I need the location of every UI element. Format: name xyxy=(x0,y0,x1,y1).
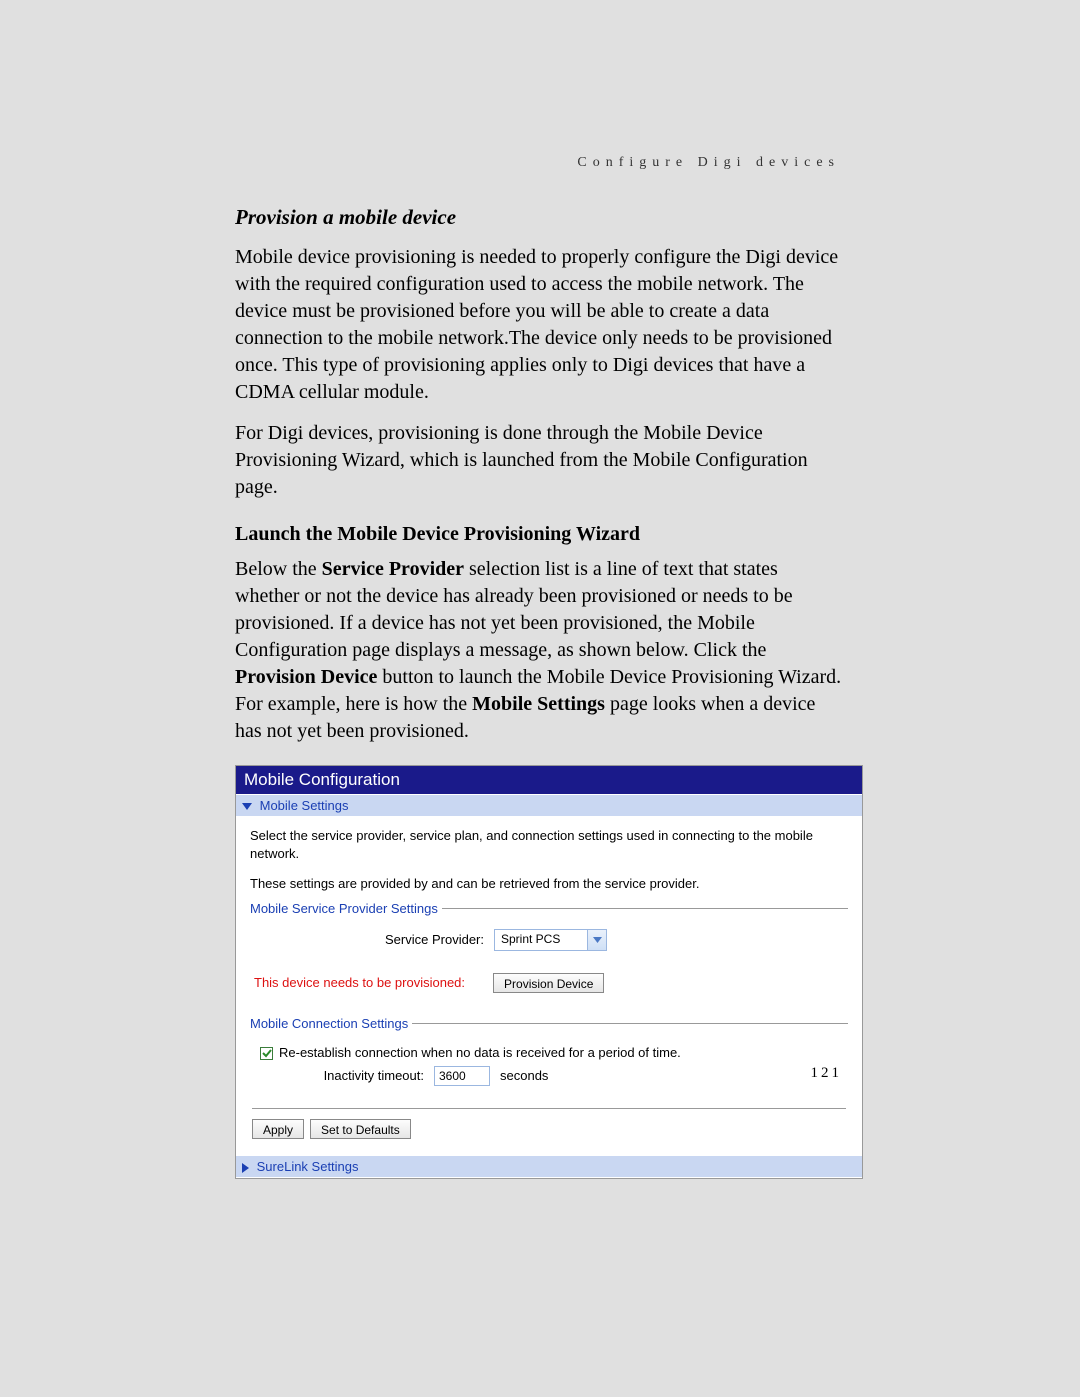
document-body: Provision a mobile device Mobile device … xyxy=(0,140,1080,1179)
apply-button[interactable]: Apply xyxy=(252,1119,304,1139)
mobile-settings-body: Select the service provider, service pla… xyxy=(236,817,862,1155)
reestablish-row: Re-establish connection when no data is … xyxy=(254,1044,844,1062)
provision-row: This device needs to be provisioned: Pro… xyxy=(254,973,844,993)
page-number: 121 xyxy=(811,1065,843,1082)
subsection-paragraph: Below the Service Provider selection lis… xyxy=(235,556,845,745)
mobile-settings-header[interactable]: Mobile Settings xyxy=(236,794,862,817)
action-button-row: Apply Set to Defaults xyxy=(252,1108,846,1139)
inactivity-timeout-input[interactable]: 3600 xyxy=(434,1066,490,1086)
service-provider-select[interactable]: Sprint PCS xyxy=(494,929,607,951)
set-defaults-button[interactable]: Set to Defaults xyxy=(310,1119,411,1139)
inactivity-label: Inactivity timeout: xyxy=(254,1067,434,1085)
bold-service-provider: Service Provider xyxy=(322,558,464,580)
provider-settings-legend: Mobile Service Provider Settings xyxy=(250,900,442,918)
section-title: Provision a mobile device xyxy=(235,205,845,230)
service-provider-row: Service Provider: Sprint PCS xyxy=(254,929,844,951)
collapse-icon xyxy=(242,1163,249,1173)
text-fragment: Below the xyxy=(235,558,322,580)
section-paragraph-1: Mobile device provisioning is needed to … xyxy=(235,244,845,406)
inactivity-row: Inactivity timeout: 3600 seconds xyxy=(254,1066,844,1086)
provision-warning: This device needs to be provisioned: xyxy=(254,974,493,992)
reestablish-label: Re-establish connection when no data is … xyxy=(279,1044,681,1062)
reestablish-checkbox[interactable] xyxy=(260,1047,273,1060)
panel-title: Mobile Configuration xyxy=(236,766,862,794)
provision-device-button[interactable]: Provision Device xyxy=(493,973,604,993)
surelink-settings-header[interactable]: SureLink Settings xyxy=(236,1155,862,1178)
section-paragraph-2: For Digi devices, provisioning is done t… xyxy=(235,420,845,501)
document-page: Configure Digi devices Provision a mobil… xyxy=(0,0,1080,1397)
chevron-down-icon xyxy=(587,930,606,950)
bold-provision-device: Provision Device xyxy=(235,666,377,688)
seconds-label: seconds xyxy=(490,1067,548,1085)
surelink-label: SureLink Settings xyxy=(257,1159,359,1174)
connection-settings-legend: Mobile Connection Settings xyxy=(250,1015,412,1033)
service-provider-value: Sprint PCS xyxy=(495,931,587,948)
mobile-settings-label: Mobile Settings xyxy=(260,798,349,813)
provider-settings-group: Mobile Service Provider Settings Service… xyxy=(250,908,848,1001)
intro-text-2: These settings are provided by and can b… xyxy=(250,875,848,893)
bold-mobile-settings: Mobile Settings xyxy=(472,693,605,715)
mobile-config-screenshot: Mobile Configuration Mobile Settings Sel… xyxy=(235,765,863,1179)
service-provider-label: Service Provider: xyxy=(254,931,494,949)
subsection-heading: Launch the Mobile Device Provisioning Wi… xyxy=(235,523,845,546)
intro-text-1: Select the service provider, service pla… xyxy=(250,827,848,863)
connection-settings-group: Mobile Connection Settings Re-establish … xyxy=(250,1023,848,1094)
expand-icon xyxy=(242,803,252,810)
